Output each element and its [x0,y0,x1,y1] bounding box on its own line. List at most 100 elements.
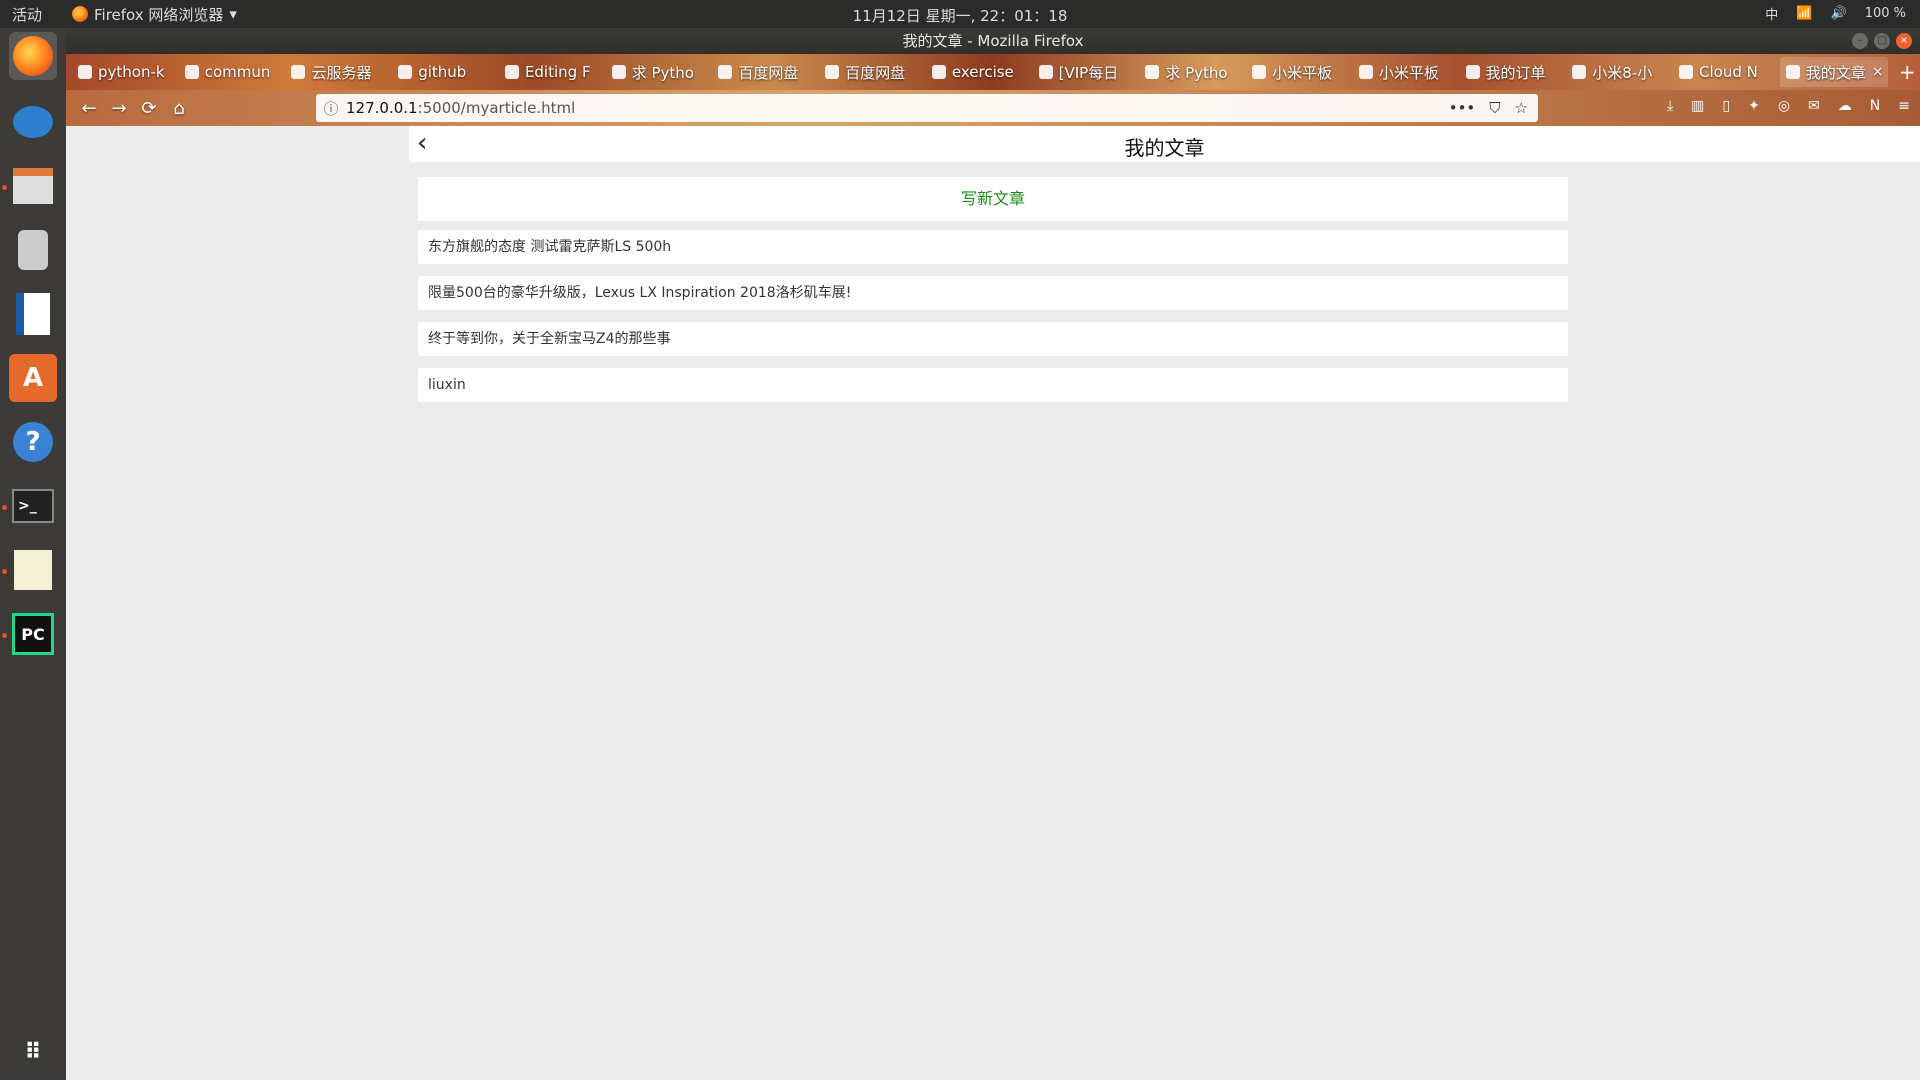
mail-icon[interactable]: ✉ [1808,98,1820,114]
thunderbird-icon [13,106,53,138]
pycharm-icon: PC [12,613,54,655]
info-icon[interactable]: ⓘ [316,98,346,119]
tab-label: 百度网盘 [845,63,906,82]
browser-tab[interactable]: Cloud N [1673,57,1780,87]
page-actions-icon[interactable]: ••• [1449,99,1476,117]
firefox-icon [72,6,88,22]
tab-favicon-icon [1145,65,1160,79]
close-tab-icon[interactable]: × [1872,64,1884,80]
tab-favicon-icon [825,65,840,79]
browser-tab[interactable]: [VIP每日 [1033,57,1140,87]
system-top-bar: 活动 Firefox 网络浏览器 ▾ 11月12日 星期一, 22：01：18 … [0,0,1920,28]
app-menu[interactable]: Firefox 网络浏览器 ▾ [72,4,237,25]
extension-icon[interactable]: ✦ [1748,98,1760,114]
volume-icon[interactable]: 🔊 [1831,6,1847,21]
activities-button[interactable]: 活动 [12,4,62,25]
browser-tab[interactable]: exercise [926,57,1033,87]
article-item[interactable]: 限量500台的豪华升级版，Lexus LX Inspiration 2018洛杉… [418,276,1568,310]
pycharm-launcher[interactable]: PC [9,610,57,658]
system-tray[interactable]: 中 📶 🔊 100 % [1765,4,1906,23]
reload-button[interactable]: ⟳ [134,98,164,119]
rhythmbox-launcher[interactable] [9,226,57,274]
url-host: 127.0.0.1 [346,99,418,117]
app-grid-button[interactable]: ⠿ [9,1028,57,1076]
tab-label: commun [204,63,271,81]
sidebar-icon[interactable]: ▯ [1722,98,1730,114]
home-button[interactable]: ⌂ [164,98,194,119]
menu-icon[interactable]: ≡ [1898,98,1910,114]
write-new-article-button[interactable]: 写新文章 [418,177,1568,221]
url-bar[interactable]: ⓘ 127.0.0.1 :5000/myarticle.html ••• ⛉ ☆ [316,94,1538,122]
thunderbird-launcher[interactable] [9,98,57,146]
tab-label: 小米平板 [1272,63,1333,82]
terminal-launcher[interactable]: >_ [9,482,57,530]
tab-favicon-icon [184,65,199,79]
tab-label: python-k [98,63,165,81]
url-path: :5000/myarticle.html [417,99,576,117]
tab-label: 我的订单 [1485,63,1546,82]
browser-tab[interactable]: python-k [72,57,179,87]
tab-label: [VIP每日 [1058,63,1119,82]
terminal-icon: >_ [12,489,54,523]
browser-tab[interactable]: 百度网盘 [712,57,819,87]
launcher-dock: A ? >_ PC ⠿ [0,28,66,1080]
forward-button[interactable]: → [104,98,134,119]
help-icon: ? [13,422,53,462]
tab-label: Editing F [524,63,591,81]
tab-favicon-icon [1679,65,1694,79]
browser-tab[interactable]: 云服务器 [285,57,392,87]
running-indicator [2,633,7,638]
bookmark-star-icon[interactable]: ☆ [1515,99,1528,117]
article-item[interactable]: liuxin [418,368,1568,402]
tab-favicon-icon [1572,65,1587,79]
page-content: ‹ 我的文章 写新文章 东方旗舰的态度 测试雷克萨斯LS 500h 限量500台… [66,126,1920,1080]
input-method-indicator[interactable]: 中 [1765,4,1778,23]
window-controls: – □ × [1852,33,1912,49]
writer-launcher[interactable] [9,290,57,338]
browser-tab[interactable]: 百度网盘 [819,57,926,87]
browser-tab[interactable]: Editing F [499,57,606,87]
browser-tab[interactable]: 求 Pytho [1139,57,1246,87]
software-launcher[interactable]: A [9,354,57,402]
back-button[interactable]: ← [74,98,104,119]
tab-label: 云服务器 [311,63,372,82]
article-list: 东方旗舰的态度 测试雷克萨斯LS 500h 限量500台的豪华升级版，Lexus… [418,230,1568,414]
tab-label: 小米平板 [1378,63,1439,82]
chevron-down-icon: ▾ [229,5,237,23]
downloads-icon[interactable]: ⤓ [1667,98,1673,114]
speaker-icon [18,230,48,270]
browser-tab[interactable]: 小米平板 [1353,57,1460,87]
text-editor-launcher[interactable] [9,546,57,594]
browser-tab[interactable]: commun [179,57,286,87]
browser-tab[interactable]: 我的文章 × [1779,57,1889,87]
tab-favicon-icon [1038,65,1053,79]
tab-favicon-icon [504,65,519,79]
onenote-icon[interactable]: N [1870,98,1880,114]
browser-tab[interactable]: 小米平板 [1246,57,1353,87]
close-window-button[interactable]: × [1896,33,1912,49]
browser-tab[interactable]: 小米8-小 [1566,57,1673,87]
tab-favicon-icon [398,65,413,79]
browser-tab[interactable]: 求 Pytho [606,57,713,87]
maximize-button[interactable]: □ [1874,33,1890,49]
files-icon [13,168,53,204]
article-item[interactable]: 终于等到你，关于全新宝马Z4的那些事 [418,322,1568,356]
library-icon[interactable]: ▥ [1691,98,1704,114]
pocket-icon[interactable]: ⛉ [1489,99,1500,117]
article-item[interactable]: 东方旗舰的态度 测试雷克萨斯LS 500h [418,230,1568,264]
battery-level[interactable]: 100 % [1865,6,1906,21]
tab-favicon-icon [1465,65,1480,79]
firefox-launcher[interactable] [9,32,57,80]
cloud-icon[interactable]: ☁ [1838,98,1852,114]
wifi-icon[interactable]: 📶 [1796,6,1812,21]
running-indicator [2,185,7,190]
files-launcher[interactable] [9,162,57,210]
help-launcher[interactable]: ? [9,418,57,466]
browser-tab[interactable]: github [392,57,499,87]
browser-tab[interactable]: 我的订单 [1460,57,1567,87]
sync-icon[interactable]: ◎ [1778,98,1790,114]
new-tab-button[interactable]: + [1894,60,1920,84]
navigation-toolbar: ← → ⟳ ⌂ ⓘ 127.0.0.1 :5000/myarticle.html… [66,90,1920,126]
clock[interactable]: 11月12日 星期一, 22：01：18 [853,5,1068,26]
minimize-button[interactable]: – [1852,33,1868,49]
